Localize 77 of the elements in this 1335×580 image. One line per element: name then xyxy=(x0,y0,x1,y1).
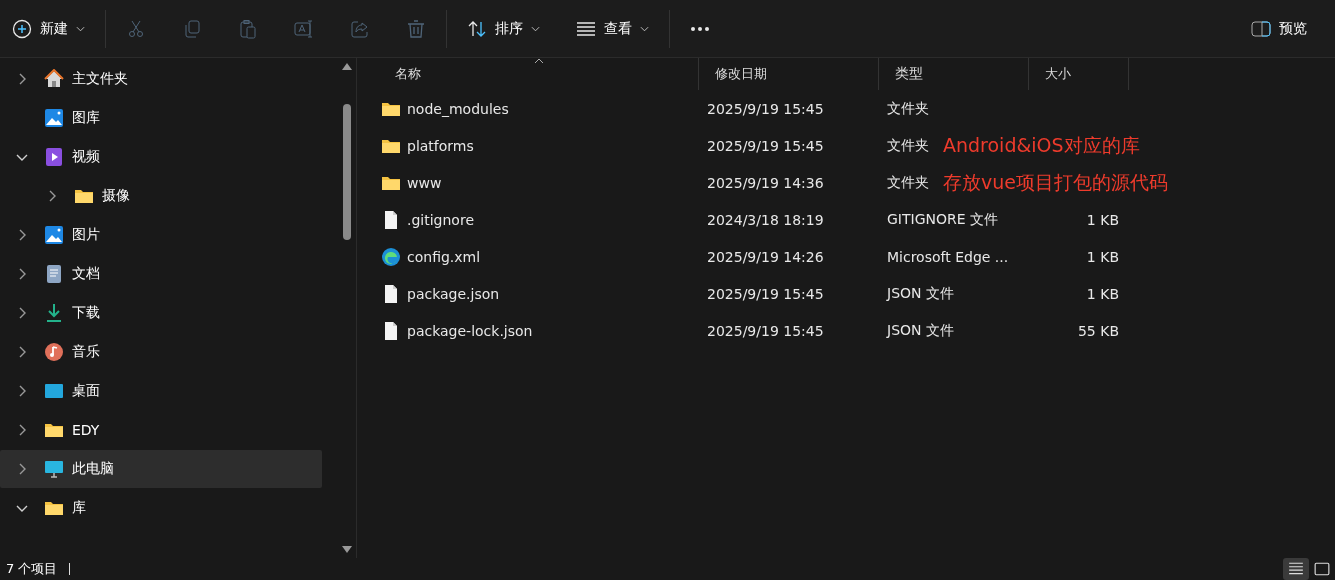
nav-item[interactable]: 此电脑 xyxy=(0,450,322,488)
modified-date: 2025/9/19 15:45 xyxy=(707,137,824,154)
file-type: 文件夹 xyxy=(887,136,929,155)
annotation-text: Android&iOS对应的库 xyxy=(943,132,1140,158)
modified-date: 2025/9/19 15:45 xyxy=(707,285,824,302)
column-header[interactable]: 类型 xyxy=(879,58,1029,90)
view-button[interactable]: 查看 xyxy=(568,8,657,49)
new-button[interactable]: 新建 xyxy=(4,8,93,49)
file-size: 1 KB xyxy=(1086,211,1119,228)
download-icon xyxy=(44,303,64,323)
modified-date: 2024/3/18 18:19 xyxy=(707,211,824,228)
preview-pane-icon xyxy=(1251,18,1271,39)
video-icon xyxy=(44,147,64,167)
trash-icon xyxy=(406,18,426,39)
nav-item[interactable]: 下载 xyxy=(0,294,322,332)
file-name[interactable]: platforms xyxy=(407,137,474,154)
file-name[interactable]: package.json xyxy=(407,285,500,302)
plus-circle-icon xyxy=(12,18,32,39)
item-count: 7 个项目 xyxy=(6,560,58,578)
modified-date: 2025/9/19 14:36 xyxy=(707,174,824,191)
nav-item[interactable]: 摄像 xyxy=(0,177,322,215)
details-view-icon xyxy=(1288,561,1304,577)
file-name[interactable]: .gitignore xyxy=(407,211,474,228)
file-name[interactable]: node_modules xyxy=(407,100,509,117)
nav-item[interactable]: 图库 xyxy=(0,99,322,137)
file-type: JSON 文件 xyxy=(887,321,954,340)
share-icon xyxy=(350,18,370,39)
file-name[interactable]: www xyxy=(407,174,442,191)
nav-item[interactable]: 桌面 xyxy=(0,372,322,410)
modified-date: 2025/9/19 14:26 xyxy=(707,248,824,265)
file-name[interactable]: config.xml xyxy=(407,248,481,265)
chevron-down-icon xyxy=(640,25,649,32)
scrollbar-thumb[interactable] xyxy=(343,104,351,240)
more-icon xyxy=(690,26,710,31)
file-type: JSON 文件 xyxy=(887,284,954,303)
scroll-down-icon xyxy=(342,546,352,554)
tiles-view-icon xyxy=(1314,561,1330,577)
nav-item[interactable]: EDY xyxy=(0,411,322,449)
clipboard-icon xyxy=(238,18,258,39)
nav-item[interactable]: 音乐 xyxy=(0,333,322,371)
details-view-button[interactable] xyxy=(1283,558,1309,580)
desktop-icon xyxy=(44,381,64,401)
annotation-text: 存放vue项目打包的源代码 xyxy=(943,169,1168,195)
music-icon xyxy=(44,342,64,362)
rename-icon xyxy=(294,18,314,39)
column-header[interactable]: 大小 xyxy=(1029,58,1129,90)
file-size: 1 KB xyxy=(1086,285,1119,302)
picture-icon xyxy=(44,225,64,245)
monitor-icon xyxy=(44,459,64,479)
edge-browser-icon xyxy=(381,246,401,267)
file-type: 文件夹 xyxy=(887,99,929,118)
scissors-icon xyxy=(126,18,146,39)
copy-icon xyxy=(182,18,202,39)
scroll-up-icon xyxy=(342,62,352,70)
preview-button[interactable]: 预览 xyxy=(1243,8,1315,49)
modified-date: 2025/9/19 15:45 xyxy=(707,100,824,117)
home-icon xyxy=(44,69,64,89)
document-icon xyxy=(44,264,64,284)
file-type: Microsoft Edge ... xyxy=(887,248,1009,265)
modified-date: 2025/9/19 15:45 xyxy=(707,322,824,339)
picture-icon xyxy=(44,108,64,128)
file-type: 文件夹 xyxy=(887,173,929,192)
nav-item[interactable]: 图片 xyxy=(0,216,322,254)
nav-item[interactable]: 视频 xyxy=(0,138,322,176)
file-type: GITIGNORE 文件 xyxy=(887,210,999,229)
nav-item[interactable]: 主文件夹 xyxy=(0,60,322,98)
column-header[interactable]: 名称 xyxy=(379,58,699,90)
file-size: 55 KB xyxy=(1077,322,1119,339)
sort-button[interactable]: 排序 xyxy=(459,8,548,49)
chevron-down-icon xyxy=(76,25,85,32)
nav-item[interactable]: 文档 xyxy=(0,255,322,293)
file-size: 1 KB xyxy=(1086,248,1119,265)
column-header[interactable]: 修改日期 xyxy=(699,58,879,90)
sort-caret-icon xyxy=(533,58,544,64)
chevron-down-icon xyxy=(531,25,540,32)
file-name[interactable]: package-lock.json xyxy=(407,322,533,339)
nav-item[interactable]: 库 xyxy=(0,489,322,527)
